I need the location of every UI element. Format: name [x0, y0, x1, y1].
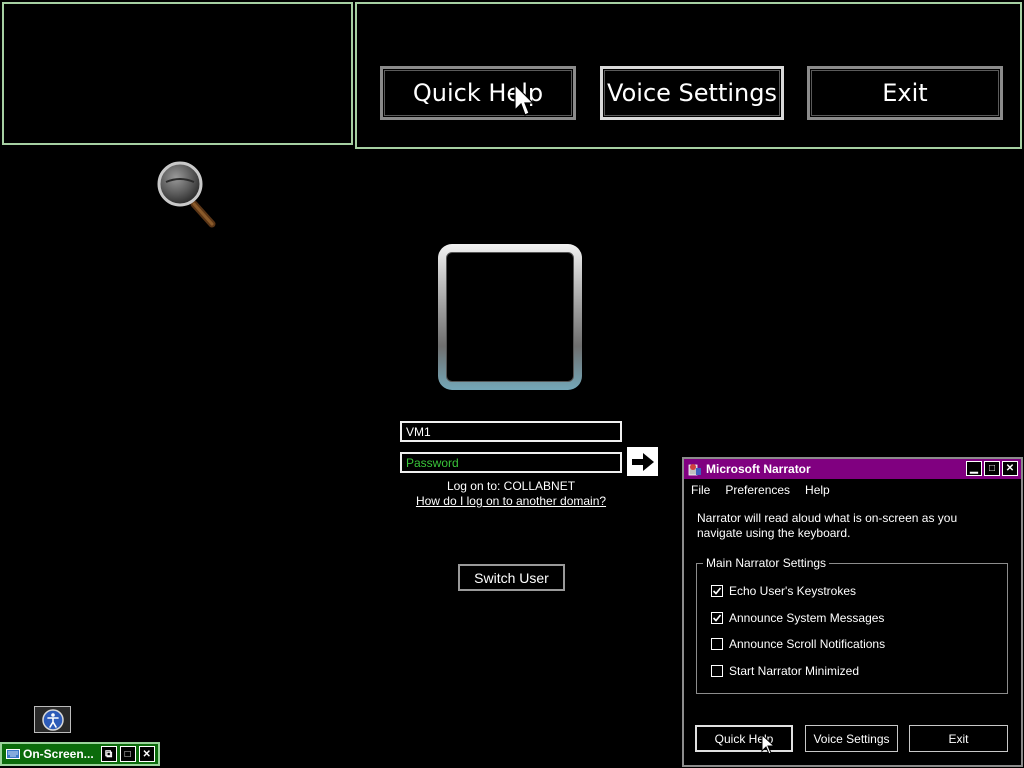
group-label: Main Narrator Settings: [703, 556, 830, 570]
user-tile: [438, 244, 582, 390]
checkbox[interactable]: [711, 612, 723, 624]
option-label: Announce Scroll Notifications: [729, 637, 886, 651]
ease-of-access-button[interactable]: [34, 706, 71, 733]
maximize-icon[interactable]: □: [119, 746, 136, 762]
voice-settings-button[interactable]: Voice Settings: [600, 66, 784, 120]
narrator-exit-button[interactable]: Exit: [909, 725, 1008, 752]
option-label: Echo User's Keystrokes: [729, 584, 857, 598]
narrator-app-icon: [688, 464, 701, 476]
another-domain-link[interactable]: How do I log on to another domain?: [380, 494, 642, 508]
arrow-right-icon: [631, 452, 654, 471]
minimize-icon[interactable]: ▁: [966, 461, 982, 476]
on-screen-keyboard-minimized[interactable]: On-Screen... ⧉ □ ✕: [0, 742, 160, 766]
switch-user-button[interactable]: Switch User: [458, 564, 565, 591]
logon-domain-text: Log on to: COLLABNET: [446, 479, 576, 493]
start-minimized-option[interactable]: Start Narrator Minimized: [711, 664, 859, 678]
narrator-bar-blank-pane: [2, 2, 353, 145]
narrator-title: Microsoft Narrator: [706, 462, 811, 476]
logon-arrow-button[interactable]: [627, 447, 658, 476]
checkbox[interactable]: [711, 638, 723, 650]
narrator-menu-bar: File Preferences Help: [691, 483, 830, 497]
keyboard-icon: [6, 749, 20, 759]
ease-of-access-icon: [41, 708, 64, 731]
narrator-bar-button-pane: Quick Help Voice Settings Exit: [355, 2, 1022, 149]
checkbox[interactable]: [711, 665, 723, 677]
option-label: Start Narrator Minimized: [729, 664, 860, 678]
narrator-description: Narrator will read aloud what is on-scre…: [697, 511, 958, 540]
exit-button[interactable]: Exit: [807, 66, 1003, 120]
narrator-quick-help-button[interactable]: Quick Help: [695, 725, 793, 752]
option-label: Announce System Messages: [729, 611, 885, 625]
menu-help[interactable]: Help: [805, 483, 830, 497]
checkmark-icon: [712, 614, 722, 622]
menu-preferences[interactable]: Preferences: [725, 483, 790, 497]
narrator-top-bar: Quick Help Voice Settings Exit: [0, 0, 1024, 150]
checkmark-icon: [712, 587, 722, 595]
quick-help-button[interactable]: Quick Help: [380, 66, 576, 120]
user-picture-frame: [446, 252, 574, 382]
menu-file[interactable]: File: [691, 483, 710, 497]
announce-scroll-notifications-option[interactable]: Announce Scroll Notifications: [711, 637, 885, 651]
password-field[interactable]: Password: [400, 452, 622, 473]
narrator-window: Microsoft Narrator ▁ □ ✕ File Preference…: [682, 457, 1023, 767]
announce-system-messages-option[interactable]: Announce System Messages: [711, 611, 884, 625]
magnifier-icon[interactable]: [156, 160, 220, 230]
main-narrator-settings-group: Main Narrator Settings Echo User's Keyst…: [696, 556, 1008, 694]
close-icon[interactable]: ✕: [1002, 461, 1018, 476]
maximize-icon[interactable]: □: [984, 461, 1000, 476]
close-icon[interactable]: ✕: [138, 746, 155, 762]
narrator-title-bar[interactable]: Microsoft Narrator ▁ □ ✕: [684, 459, 1021, 479]
restore-icon[interactable]: ⧉: [100, 746, 117, 762]
narrator-voice-settings-button[interactable]: Voice Settings: [805, 725, 898, 752]
username-field[interactable]: VM1: [400, 421, 622, 442]
echo-keystrokes-option[interactable]: Echo User's Keystrokes: [711, 584, 856, 598]
osk-label: On-Screen...: [23, 747, 94, 761]
checkbox[interactable]: [711, 585, 723, 597]
